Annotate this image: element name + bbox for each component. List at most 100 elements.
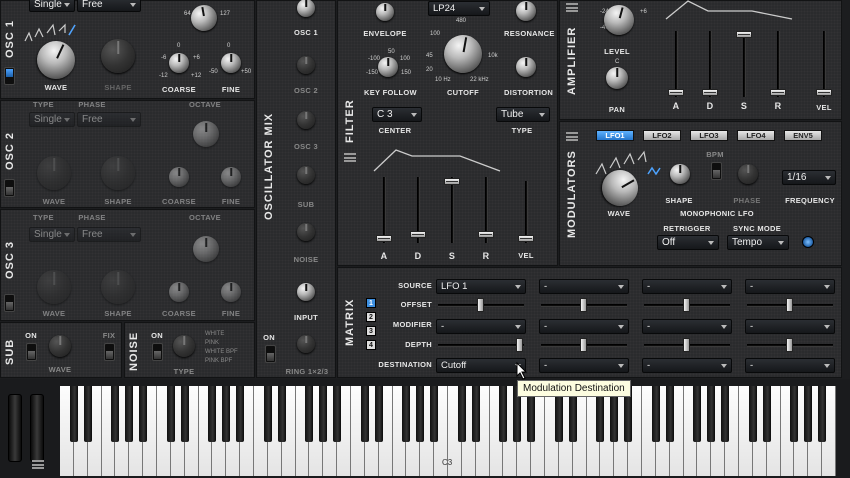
cutoff-knob[interactable] xyxy=(440,31,486,77)
matrix-offset-fader[interactable] xyxy=(786,298,793,312)
filter-velocity-fader[interactable] xyxy=(518,235,534,242)
osc1-phase-knob[interactable] xyxy=(188,2,220,34)
lfo-phase-knob[interactable] xyxy=(738,164,758,184)
pitch-wheel[interactable] xyxy=(8,394,22,462)
black-key[interactable] xyxy=(790,386,799,442)
matrix-offset-fader[interactable] xyxy=(477,298,484,312)
osc2-mix-knob[interactable] xyxy=(297,56,315,74)
sub-wave-knob[interactable] xyxy=(49,335,71,357)
sub-on-toggle[interactable] xyxy=(26,343,37,361)
matrix-offset-fader[interactable] xyxy=(580,298,587,312)
level-knob[interactable] xyxy=(600,1,638,39)
tab-lfo2[interactable]: LFO2 xyxy=(643,130,681,141)
matrix-depth-fader[interactable] xyxy=(683,338,690,352)
black-key[interactable] xyxy=(180,386,189,442)
osc3-fine-knob[interactable] xyxy=(221,282,241,302)
black-key[interactable] xyxy=(166,386,175,442)
sub-fix-toggle[interactable] xyxy=(104,343,115,361)
matrix-slot-3[interactable]: 3 xyxy=(366,326,376,336)
black-key[interactable] xyxy=(236,386,245,442)
filter-attack-fader[interactable] xyxy=(376,235,392,242)
matrix-modifier-dropdown[interactable]: - xyxy=(642,319,732,334)
filter-sustain-fader[interactable] xyxy=(444,178,460,185)
sync-mode-dropdown[interactable]: Tempo xyxy=(727,235,789,250)
black-key[interactable] xyxy=(499,386,508,442)
sync-led-button[interactable] xyxy=(802,236,814,248)
pan-knob[interactable] xyxy=(606,67,628,89)
matrix-depth-fader[interactable] xyxy=(786,338,793,352)
black-key[interactable] xyxy=(125,386,134,442)
drive-type-dropdown[interactable]: Tube xyxy=(496,107,550,122)
osc3-sync-dropdown[interactable]: Free xyxy=(77,227,141,242)
osc1-coarse-knob[interactable] xyxy=(169,53,189,73)
filter-decay-fader[interactable] xyxy=(410,231,426,238)
tab-lfo4[interactable]: LFO4 xyxy=(737,130,775,141)
retrigger-dropdown[interactable]: Off xyxy=(657,235,719,250)
osc2-coarse-knob[interactable] xyxy=(169,167,189,187)
black-key[interactable] xyxy=(208,386,217,442)
lfo-shape-knob[interactable] xyxy=(670,164,690,184)
matrix-destination-dropdown[interactable]: Cutoff xyxy=(436,358,526,373)
black-key[interactable] xyxy=(416,386,425,442)
osc3-enable-toggle[interactable] xyxy=(4,294,15,312)
black-key[interactable] xyxy=(277,386,286,442)
resonance-knob[interactable] xyxy=(516,1,536,21)
black-key[interactable] xyxy=(374,386,383,442)
matrix-source-dropdown[interactable]: - xyxy=(539,279,629,294)
ring-knob[interactable] xyxy=(297,335,315,353)
osc2-sync-dropdown[interactable]: Free xyxy=(77,112,141,127)
noise-on-toggle[interactable] xyxy=(152,343,163,361)
keyboard-menu-icon[interactable] xyxy=(32,460,44,469)
osc2-mode-dropdown[interactable]: Single xyxy=(29,112,75,127)
black-key[interactable] xyxy=(83,386,92,442)
black-key[interactable] xyxy=(818,386,827,442)
matrix-source-dropdown[interactable]: - xyxy=(745,279,835,294)
osc2-wave-knob[interactable] xyxy=(37,156,71,190)
osc1-mix-knob[interactable] xyxy=(297,0,315,17)
matrix-destination-dropdown[interactable]: - xyxy=(539,358,629,373)
mod-wheel[interactable] xyxy=(30,394,44,462)
black-key[interactable] xyxy=(457,386,466,442)
matrix-modifier-dropdown[interactable]: - xyxy=(745,319,835,334)
black-key[interactable] xyxy=(707,386,716,442)
black-key[interactable] xyxy=(360,386,369,442)
black-key[interactable] xyxy=(111,386,120,442)
black-key[interactable] xyxy=(721,386,730,442)
osc2-enable-toggle[interactable] xyxy=(4,179,15,197)
tab-lfo1[interactable]: LFO1 xyxy=(596,130,634,141)
amp-sustain-fader[interactable] xyxy=(736,31,752,38)
matrix-source-dropdown[interactable]: - xyxy=(642,279,732,294)
matrix-depth-fader[interactable] xyxy=(516,338,523,352)
matrix-depth-fader[interactable] xyxy=(580,338,587,352)
keyfollow-knob[interactable] xyxy=(378,57,398,77)
amplifier-menu-icon[interactable] xyxy=(566,3,578,12)
envelope-knob[interactable] xyxy=(376,3,394,21)
osc1-mode-dropdown[interactable]: Single xyxy=(29,0,75,12)
matrix-modifier-dropdown[interactable]: - xyxy=(539,319,629,334)
bpm-toggle[interactable] xyxy=(711,162,722,180)
amp-release-fader[interactable] xyxy=(770,89,786,96)
filter-type-dropdown[interactable]: LP24 xyxy=(428,1,490,16)
center-dropdown[interactable]: C 3 xyxy=(372,107,422,122)
matrix-modifier-dropdown[interactable]: - xyxy=(436,319,526,334)
osc1-shape-knob[interactable] xyxy=(101,39,135,73)
noise-mix-knob[interactable] xyxy=(297,223,315,241)
matrix-slot-1[interactable]: 1 xyxy=(366,298,376,308)
tab-env5[interactable]: ENV5 xyxy=(784,130,822,141)
black-key[interactable] xyxy=(804,386,813,442)
black-key[interactable] xyxy=(139,386,148,442)
matrix-slot-2[interactable]: 2 xyxy=(366,312,376,322)
amp-decay-fader[interactable] xyxy=(702,89,718,96)
matrix-source-dropdown[interactable]: LFO 1 xyxy=(436,279,526,294)
black-key[interactable] xyxy=(748,386,757,442)
ring-on-toggle[interactable] xyxy=(265,345,276,363)
black-key[interactable] xyxy=(430,386,439,442)
black-key[interactable] xyxy=(333,386,342,442)
osc1-fine-knob[interactable] xyxy=(221,53,241,73)
black-key[interactable] xyxy=(665,386,674,442)
amp-attack-fader[interactable] xyxy=(668,89,684,96)
amp-velocity-fader[interactable] xyxy=(816,89,832,96)
osc2-shape-knob[interactable] xyxy=(101,156,135,190)
osc3-shape-knob[interactable] xyxy=(101,270,135,304)
black-key[interactable] xyxy=(402,386,411,442)
